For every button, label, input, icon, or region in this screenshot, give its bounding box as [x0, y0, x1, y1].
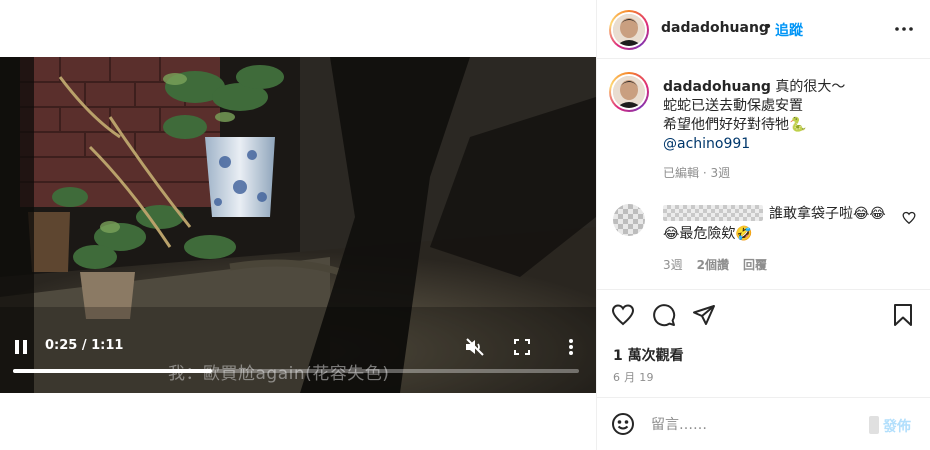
comment-bubble-icon: [653, 304, 676, 327]
caption-line-1: 真的很大～: [775, 79, 846, 95]
smiley-face-icon: [612, 413, 634, 435]
video-progress-bar[interactable]: [13, 369, 579, 373]
more-horizontal-icon: [895, 27, 913, 31]
fullscreen-icon: [514, 339, 530, 355]
post-actions-bar: [597, 289, 930, 341]
video-more-button[interactable]: [560, 336, 582, 358]
post-header: dadadohuang • 追蹤: [597, 0, 930, 59]
emoji-button[interactable]: [611, 412, 637, 438]
input-resize-handle[interactable]: [869, 416, 879, 434]
video-progress-fill: [13, 369, 213, 373]
video-player[interactable]: 我：歐買尬again(花容失色) 0:25 / 1:11: [0, 57, 596, 393]
video-time: 0:25 / 1:11: [45, 338, 124, 353]
caption-line-3: 希望他們好好對待牠🐍: [663, 117, 807, 133]
profile-photo-icon: [613, 76, 645, 108]
paper-plane-icon: [693, 305, 715, 325]
post-sidebar: dadadohuang • 追蹤 dadadohuang 真的很大～ 蛇蛇已送去…: [596, 0, 930, 450]
caption-username[interactable]: dadadohuang: [663, 79, 771, 95]
comment-reply-button[interactable]: 回覆: [743, 256, 767, 273]
fullscreen-button[interactable]: [511, 336, 533, 358]
like-button[interactable]: [611, 303, 637, 329]
caption-avatar[interactable]: [609, 72, 649, 112]
comment-button[interactable]: [652, 303, 678, 329]
header-username[interactable]: dadadohuang: [661, 20, 769, 36]
heart-icon: [902, 211, 916, 225]
post-options-button[interactable]: [892, 19, 916, 39]
save-button[interactable]: [892, 303, 918, 329]
add-comment-bar: 發佈: [597, 397, 930, 450]
heart-icon: [611, 304, 635, 326]
pause-icon: [15, 340, 27, 354]
header-avatar[interactable]: [609, 10, 649, 50]
commenter-avatar-blurred[interactable]: [613, 204, 645, 236]
caption-text: dadadohuang 真的很大～ 蛇蛇已送去動保處安置 希望他們好好對待牠🐍 …: [663, 78, 913, 154]
volume-muted-icon: [466, 338, 484, 356]
profile-photo-icon: [613, 14, 645, 46]
bookmark-icon: [894, 304, 912, 326]
header-separator: •: [764, 19, 773, 35]
comment-text: 誰敢拿袋子啦😂😂😂最危險欸🤣: [663, 206, 886, 242]
view-count[interactable]: 1 萬次觀看: [613, 345, 684, 365]
post-date[interactable]: 6 月 19: [613, 369, 654, 385]
comment-likes-count[interactable]: 2個讚: [697, 256, 729, 273]
comment-like-button[interactable]: [902, 210, 918, 226]
share-button[interactable]: [692, 303, 718, 329]
more-vertical-icon: [569, 339, 573, 355]
post-comment-button[interactable]: 發佈: [883, 416, 911, 436]
play-pause-button[interactable]: [10, 336, 32, 358]
caption-line-2: 蛇蛇已送去動保處安置: [663, 98, 803, 114]
follow-button[interactable]: 追蹤: [775, 20, 803, 40]
caption-meta: 已編輯 · 3週: [663, 166, 731, 180]
caption-mention-link[interactable]: @achino991: [663, 136, 750, 152]
comment-meta: 3週 2個讚 回覆: [663, 256, 767, 273]
comment-input[interactable]: [651, 413, 861, 437]
media-pane: 我：歐買尬again(花容失色) 0:25 / 1:11: [0, 0, 596, 450]
comment-age: 3週: [663, 258, 683, 272]
mute-button[interactable]: [462, 335, 488, 359]
